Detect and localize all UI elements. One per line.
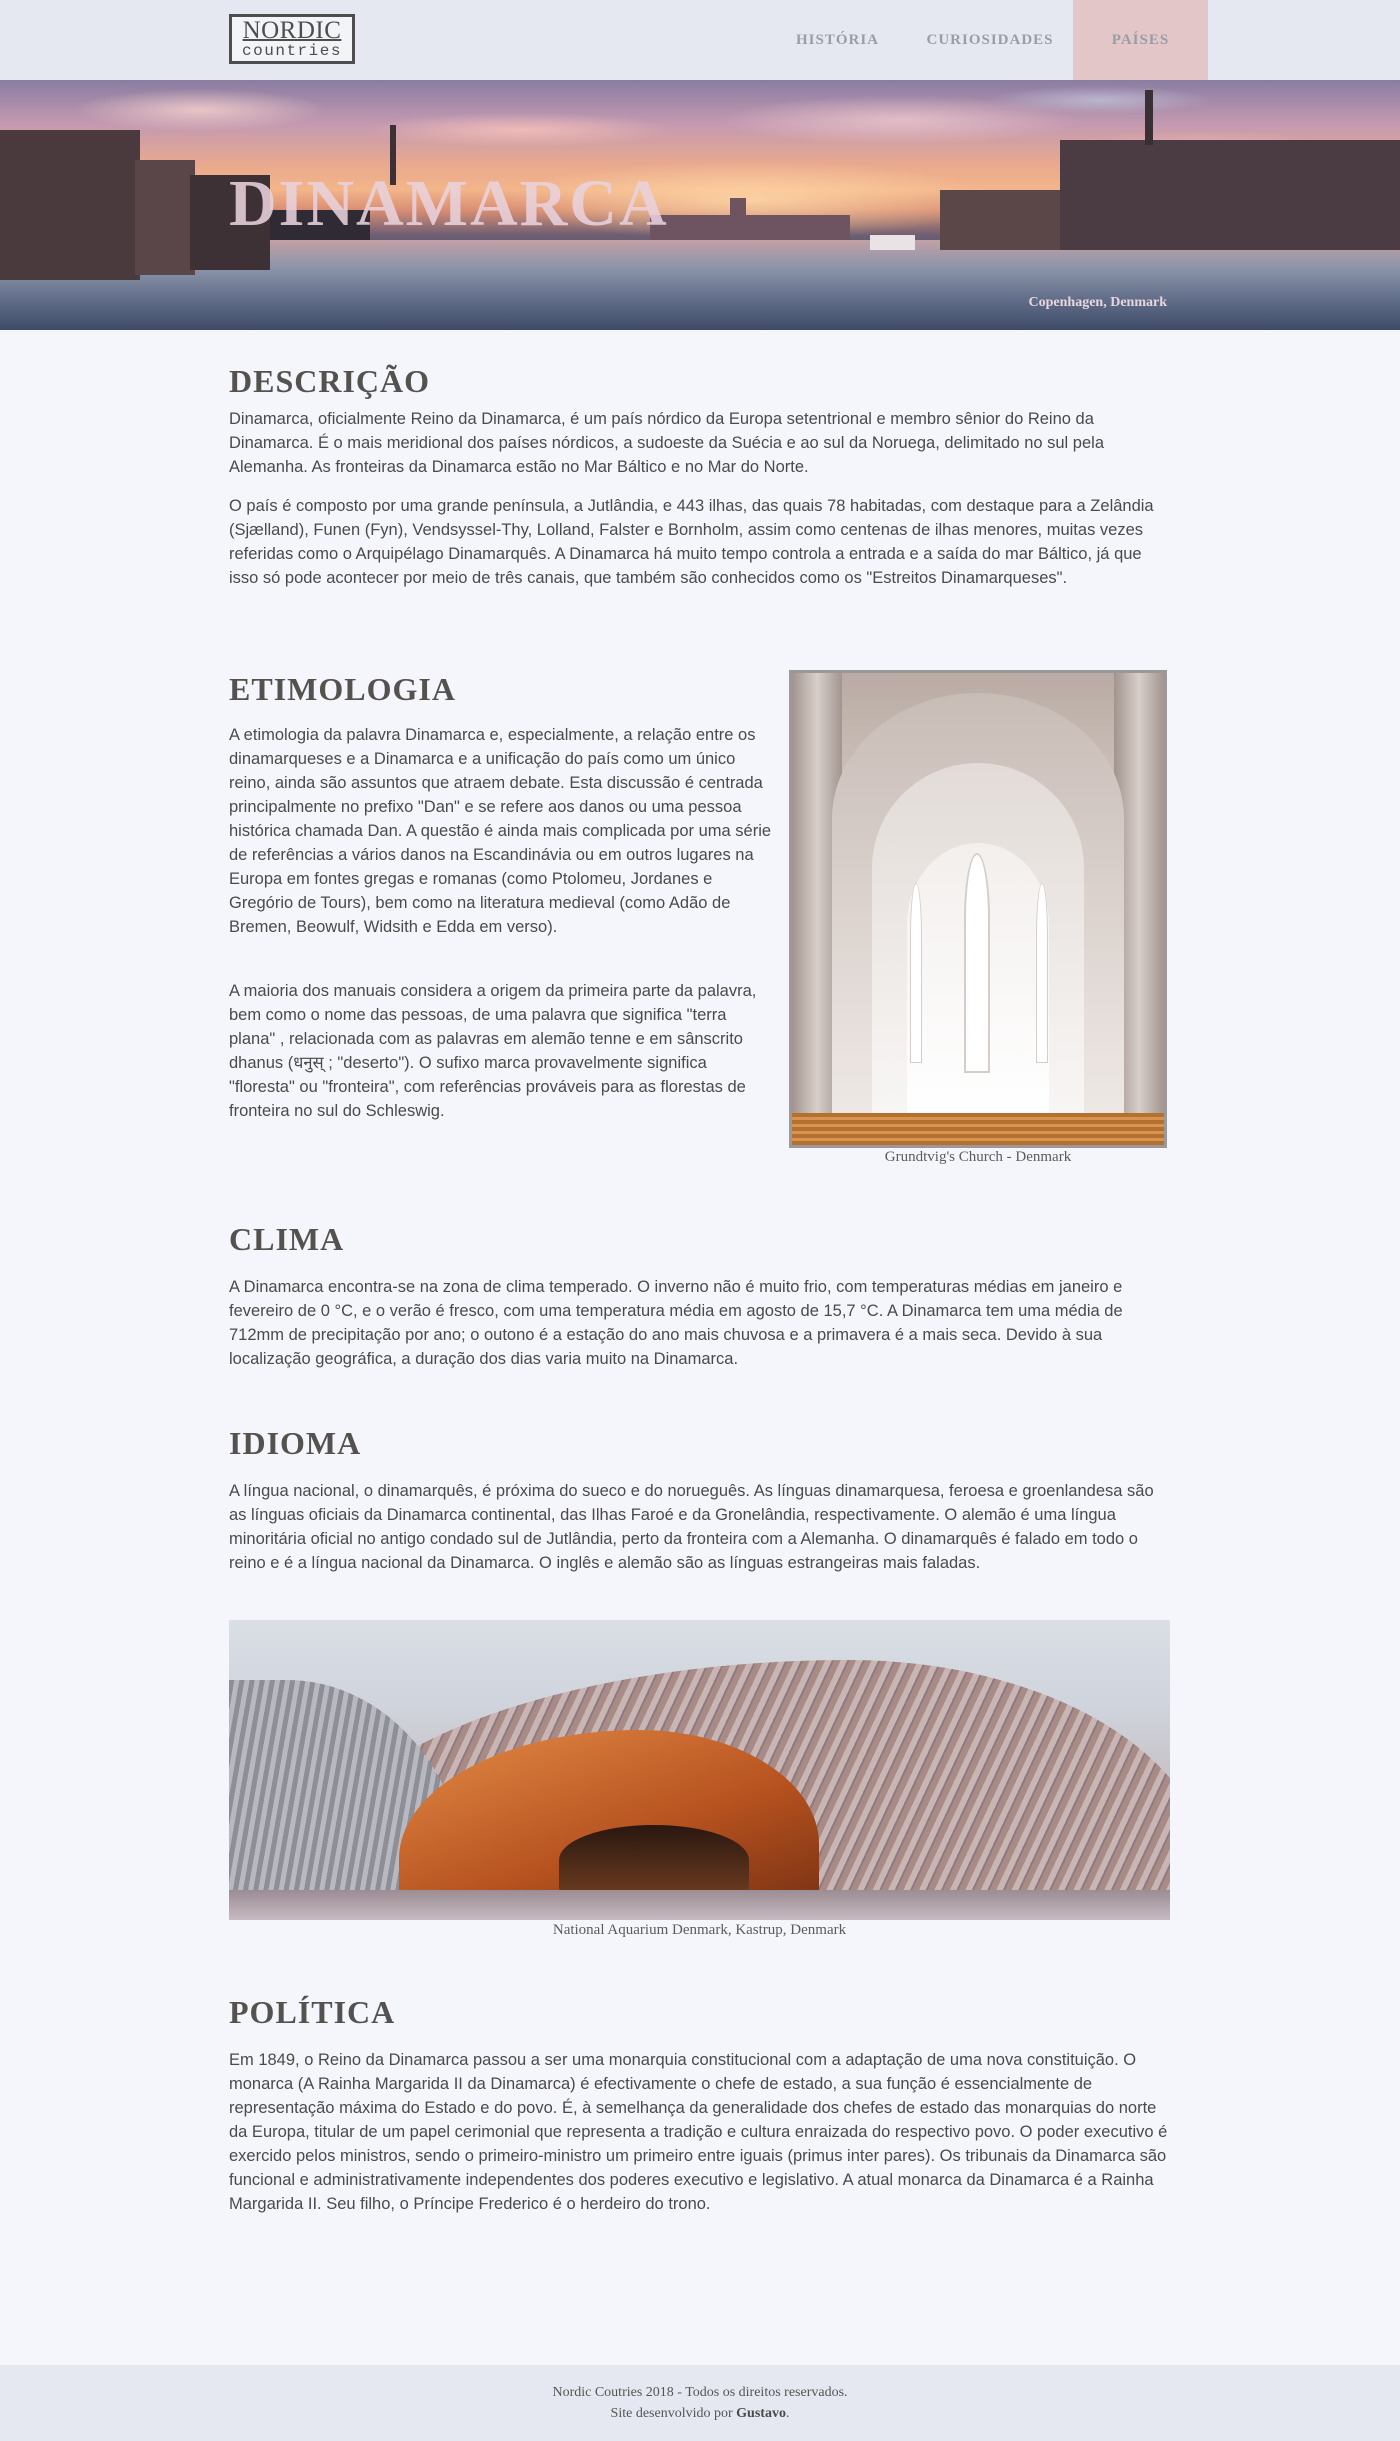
church-window: [1036, 883, 1048, 1063]
site-logo[interactable]: NORDIC countries: [229, 14, 355, 64]
nav-curiosidades[interactable]: CURIOSIDADES: [910, 0, 1070, 80]
paragraph: O país é composto por uma grande penínsu…: [229, 497, 1154, 587]
church-window: [964, 853, 990, 1073]
paragraph: A etimologia da palavra Dinamarca e, esp…: [229, 726, 772, 936]
nav-historia[interactable]: HISTÓRIA: [775, 0, 900, 80]
section-title-clima: CLIMA: [229, 1221, 345, 1257]
paragraph: A Dinamarca encontra-se na zona de clima…: [229, 1278, 1123, 1368]
footer-author: Gustavo: [736, 2406, 786, 2421]
logo-line2: countries: [242, 42, 342, 60]
paragraph: A língua nacional, o dinamarquês, é próx…: [229, 1482, 1154, 1572]
footer-credit-prefix: Site desenvolvido por: [610, 2406, 737, 2421]
site-footer: Nordic Coutries 2018 - Todos os direitos…: [0, 2365, 1400, 2441]
footer-copyright: Nordic Coutries 2018 - Todos os direitos…: [552, 2385, 848, 2400]
aquarium-water: [229, 1890, 1170, 1920]
hero-building: [1060, 140, 1400, 250]
section-title-etimologia: ETIMOLOGIA: [229, 671, 456, 707]
church-caption: Grundtvig's Church - Denmark: [884, 1149, 1072, 1165]
hero-building: [0, 130, 140, 280]
hero-title: DINAMARCA: [229, 167, 669, 240]
aquarium-image: [229, 1620, 1170, 1920]
footer-credit: Site desenvolvido por Gustavo.: [0, 2406, 1400, 2422]
paragraph: Dinamarca, oficialmente Reino da Dinamar…: [229, 410, 1104, 476]
church-window: [910, 883, 922, 1063]
nav-paises[interactable]: PAÍSES: [1073, 0, 1208, 80]
section-title-politica: POLÍTICA: [229, 1994, 396, 2030]
logo-line1: NORDIC: [242, 17, 342, 44]
hero-skyline: [730, 198, 746, 218]
section-title-descricao: DESCRIÇÃO: [229, 363, 431, 399]
hero-building: [940, 190, 1060, 250]
church-pews: [792, 1113, 1164, 1145]
hero-building: [135, 160, 195, 275]
hero-boat: [870, 235, 915, 250]
aquarium-caption: National Aquarium Denmark, Kastrup, Denm…: [552, 1922, 847, 1938]
paragraph: Em 1849, o Reino da Dinamarca passou a s…: [229, 2051, 1168, 2213]
paragraph: A maioria dos manuais considera a origem…: [229, 982, 757, 1120]
hero-spire: [1145, 90, 1153, 145]
footer-credit-suffix: .: [785, 2406, 790, 2421]
section-title-idioma: IDIOMA: [229, 1425, 362, 1461]
site-header: NORDIC countries HISTÓRIA CURIOSIDADES P…: [0, 0, 1400, 80]
hero-skyline: [650, 215, 850, 240]
aquarium-entrance: [559, 1825, 749, 1895]
hero-caption: Copenhagen, Denmark: [1028, 295, 1167, 310]
church-image: [789, 670, 1167, 1148]
hero-banner: DINAMARCA Copenhagen, Denmark: [0, 80, 1400, 330]
